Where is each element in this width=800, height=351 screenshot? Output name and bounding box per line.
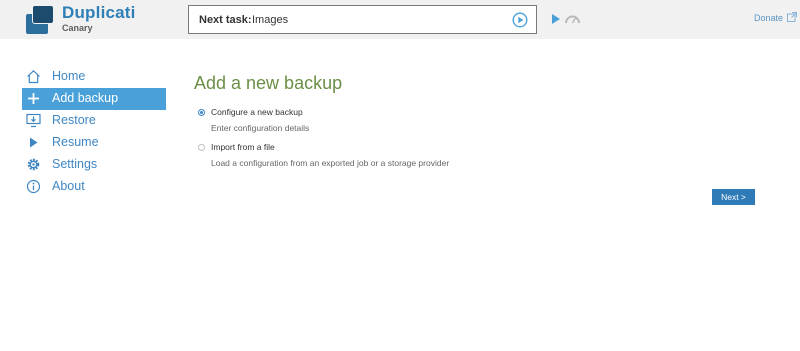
sidebar-nav: Home Add backup Restore Resume Settings [22,66,166,198]
next-task-label: Next task: [199,14,252,26]
sidebar-item-label: Add backup [52,91,119,105]
sidebar-item-label: Restore [52,113,96,127]
home-icon [27,69,40,84]
restore-icon [26,113,41,128]
option-title[interactable]: Configure a new backup [211,107,303,117]
next-task-value: Images [252,14,289,26]
throttle-speed-icon[interactable] [564,13,581,24]
sidebar-item-label: Home [52,69,86,83]
external-link-icon[interactable] [787,12,797,22]
resume-play-icon[interactable] [551,13,561,25]
sidebar-item-about[interactable]: About [22,176,166,198]
next-button[interactable]: Next > [712,189,755,205]
brand-name[interactable]: Duplicati [62,3,136,23]
option-title[interactable]: Import from a file [211,142,275,152]
info-icon [26,179,41,194]
donate-link[interactable]: Donate [754,13,783,23]
page-title: Add a new backup [194,73,343,93]
sidebar-item-label: Resume [52,135,99,149]
plus-icon [28,93,39,104]
brand-subtitle: Canary [62,23,93,33]
option-description: Enter configuration details [211,123,310,133]
sidebar-item-restore[interactable]: Restore [22,110,166,132]
sidebar-item-label: Settings [52,157,98,171]
sidebar-item-label: About [52,179,85,193]
gear-icon [27,158,40,171]
sidebar-item-settings[interactable]: Settings [22,154,166,176]
sidebar-item-add-backup[interactable]: Add backup [22,88,166,110]
next-task-box: Next task: Images [188,5,537,34]
configure-new-radio[interactable] [198,109,205,116]
option-description: Load a configuration from an exported jo… [211,158,450,168]
run-now-play-icon[interactable] [512,12,528,28]
top-bar: Duplicati Canary Next task: Images Donat… [0,0,800,39]
sidebar-item-home[interactable]: Home [22,66,166,88]
duplicati-logo-icon[interactable] [24,4,54,34]
play-icon [30,137,38,148]
sidebar-item-resume[interactable]: Resume [22,132,166,154]
import-file-radio[interactable] [198,144,205,151]
